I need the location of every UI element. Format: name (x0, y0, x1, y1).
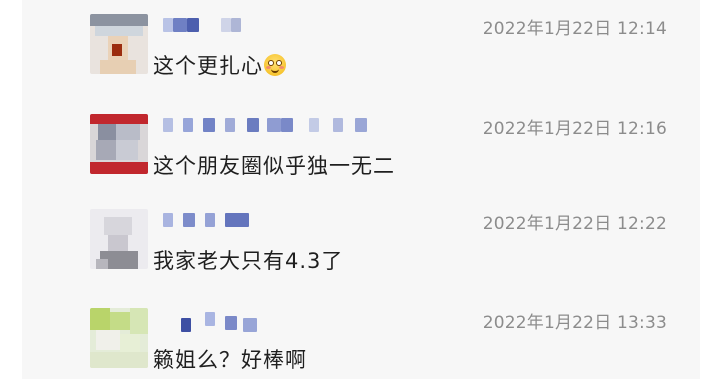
comment-text: 籁姐么？好棒啊 (153, 348, 307, 372)
right-margin (700, 0, 720, 379)
comment-text: 这个更扎心 (153, 50, 286, 80)
comment-list-screenshot: 2022年1月22日 12:14 这个更扎心 2022年1月22日 12:16 … (0, 0, 720, 379)
comment-item[interactable]: 2022年1月22日 12:16 这个朋友圈似乎独一无二 (90, 114, 690, 199)
comment-item[interactable]: 2022年1月22日 13:33 籁姐么？好棒啊 (90, 308, 690, 379)
comment-time: 2022年1月22日 12:16 (482, 119, 667, 139)
comment-text: 这个朋友圈似乎独一无二 (153, 154, 395, 178)
comment-item[interactable]: 2022年1月22日 12:22 我家老大只有4.3了 (90, 209, 690, 294)
avatar[interactable] (90, 308, 148, 368)
comment-item[interactable]: 2022年1月22日 12:14 这个更扎心 (90, 14, 690, 99)
comment-time: 2022年1月22日 13:33 (482, 313, 667, 333)
comment-text-body: 这个更扎心 (153, 54, 263, 78)
avatar[interactable] (90, 209, 148, 269)
comment-time: 2022年1月22日 12:14 (482, 19, 667, 39)
flushed-face-emoji-icon (264, 54, 286, 76)
avatar[interactable] (90, 114, 148, 174)
avatar[interactable] (90, 14, 148, 74)
comment-text: 我家老大只有4.3了 (153, 249, 344, 273)
comment-time: 2022年1月22日 12:22 (482, 214, 667, 234)
left-margin (0, 0, 22, 379)
